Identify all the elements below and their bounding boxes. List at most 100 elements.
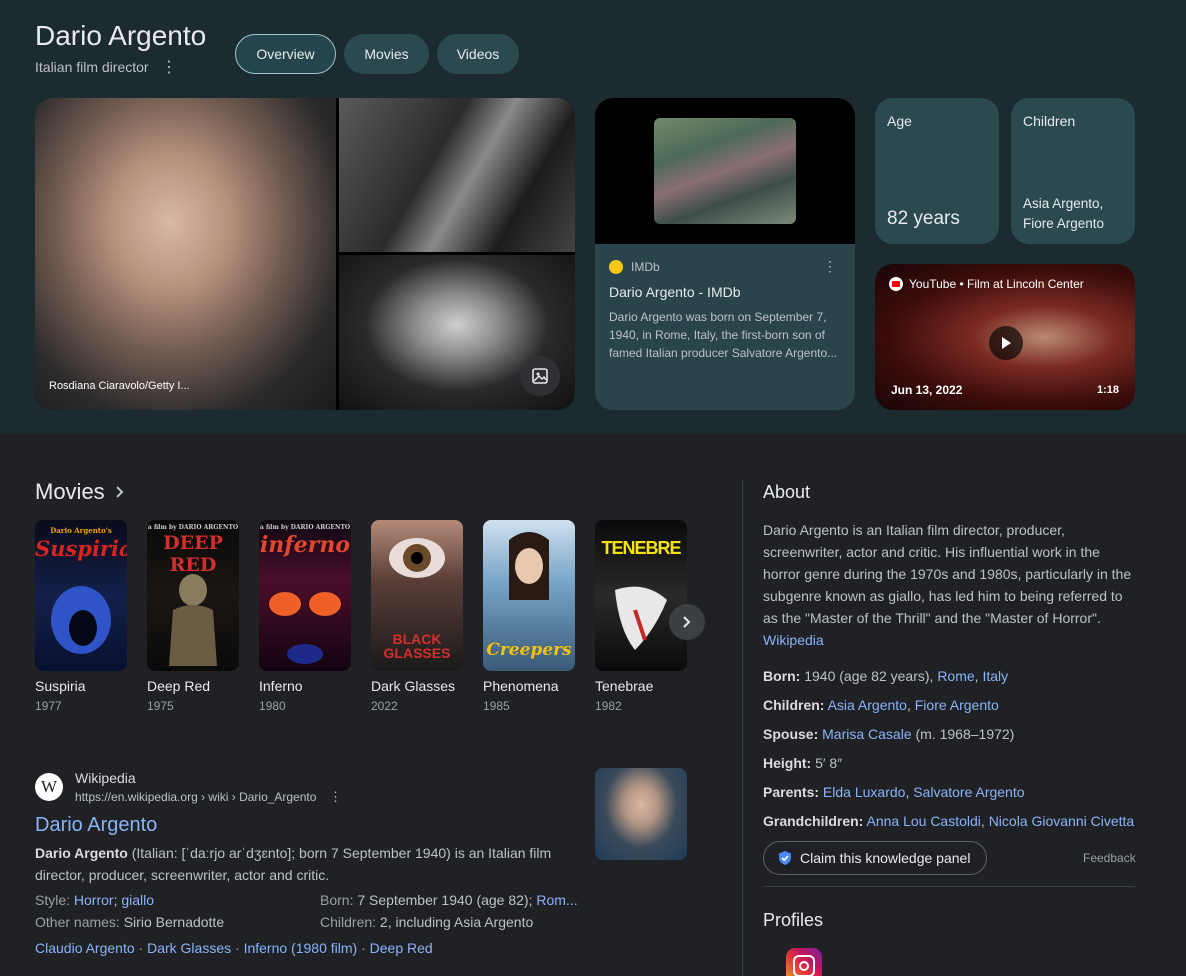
result-site-name[interactable]: Wikipedia <box>75 770 136 786</box>
fact-link[interactable]: Nicola Giovanni Civetta <box>989 813 1135 829</box>
result-snippet: Dario Argento (Italian: [ˈdaːrjo arˈdʒɛn… <box>35 842 575 886</box>
instagram-icon[interactable] <box>786 948 822 976</box>
movies-heading[interactable]: Movies <box>35 479 125 505</box>
fact-label: Parents: <box>763 784 820 800</box>
imdb-title[interactable]: Dario Argento - IMDb <box>609 284 741 300</box>
section-divider <box>763 886 1135 887</box>
poster-deep-red[interactable]: a film by DARIO ARGENTO DEEP RED <box>147 520 239 671</box>
poster-inferno[interactable]: a film by DARIO ARGENTO inferno <box>259 520 351 671</box>
more-options-icon[interactable]: ⋮ <box>161 58 177 78</box>
knowledge-panel-header: Dario Argento Italian film director ⋮ Ov… <box>0 0 1186 434</box>
tab-videos[interactable]: Videos <box>437 34 519 74</box>
portrait-photo[interactable]: Rosdiana Ciaravolo/Getty I... <box>35 98 336 410</box>
result-thumbnail[interactable] <box>595 768 687 860</box>
fact-born: Born: 1940 (age 82 years), Rome, Italy <box>763 668 1009 684</box>
youtube-source: YouTube • Film at Lincoln Center <box>909 277 1084 291</box>
fact-link[interactable]: Italy <box>982 668 1008 684</box>
poster-phenomena[interactable]: Creepers <box>483 520 575 671</box>
wiki-fact-born: Born: 7 September 1940 (age 82); Rom... <box>320 892 578 908</box>
fact-value: 1940 (age 82 years), <box>800 668 938 684</box>
fact-link[interactable]: Elda Luxardo <box>823 784 906 800</box>
children-tile[interactable]: Children Asia Argento, Fiore Argento <box>1011 98 1135 244</box>
wiki-fact-other-names: Other names: Sirio Bernadotte <box>35 914 224 930</box>
movie-year: 2022 <box>371 699 398 713</box>
poster-tagline: Dario Argento's <box>50 526 112 535</box>
thumbnail-image <box>654 118 796 224</box>
poster-dark-glasses[interactable]: BLACK GLASSES <box>371 520 463 671</box>
entity-title: Dario Argento <box>35 20 207 51</box>
wiki-fact-children: Children: 2, including Asia Argento <box>320 914 533 930</box>
fact-value: (m. 1968–1972) <box>911 726 1015 742</box>
related-link[interactable]: Deep Red <box>370 940 433 956</box>
fact-link[interactable]: Salvatore Argento <box>913 784 1024 800</box>
fact-label: Style: <box>35 892 71 908</box>
tab-movies[interactable]: Movies <box>344 34 429 74</box>
fact-value: 2, including Asia Argento <box>379 914 534 930</box>
fact-height: Height: 5′ 8″ <box>763 755 842 771</box>
age-tile[interactable]: Age 82 years <box>875 98 999 244</box>
related-link[interactable]: Inferno (1980 film) <box>244 940 358 956</box>
age-value: 82 years <box>887 208 960 229</box>
fact-label: Born: <box>763 668 801 684</box>
youtube-video-card[interactable]: YouTube • Film at Lincoln Center Jun 13,… <box>875 264 1135 410</box>
wiki-fact-style: Style: Horror; giallo <box>35 892 155 908</box>
carousel-next-button[interactable] <box>669 604 705 640</box>
result-title-link[interactable]: Dario Argento <box>35 814 157 837</box>
fact-children: Children: Asia Argento, Fiore Argento <box>763 697 999 713</box>
result-url[interactable]: https://en.wikipedia.org › wiki › Dario_… <box>75 790 316 804</box>
fact-link[interactable]: Asia Argento <box>828 697 907 713</box>
verified-shield-icon <box>779 851 791 865</box>
movie-year: 1982 <box>595 699 622 713</box>
column-divider <box>742 480 743 976</box>
result-more-options-icon[interactable]: ⋮ <box>329 789 342 805</box>
imdb-more-options-icon[interactable]: ⋮ <box>823 258 837 275</box>
fact-link[interactable]: Rome <box>937 668 974 684</box>
children-label: Children <box>1023 113 1076 129</box>
imdb-favicon-icon <box>609 260 623 274</box>
image-collage[interactable]: Rosdiana Ciaravolo/Getty I... <box>35 98 575 410</box>
about-source-link[interactable]: Wikipedia <box>763 632 824 648</box>
poster-tagline: a film by DARIO ARGENTO <box>259 524 351 531</box>
style-link-giallo[interactable]: giallo <box>121 892 154 908</box>
style-link-horror[interactable]: Horror <box>74 892 114 908</box>
profiles-heading: Profiles <box>763 910 824 930</box>
poster-suspiria[interactable]: Dario Argento's Suspiria <box>35 520 127 671</box>
related-link[interactable]: Dark Glasses <box>147 940 231 956</box>
poster-title-text: BLACK GLASSES <box>383 631 451 661</box>
movie-title-suspiria[interactable]: Suspiria <box>35 678 86 694</box>
fact-link[interactable]: Anna Lou Castoldi <box>866 813 980 829</box>
poster-tenebrae[interactable]: TENEBRE <box>595 520 687 671</box>
children-value: Asia Argento, Fiore Argento <box>1023 196 1105 231</box>
fact-link[interactable]: Fiore Argento <box>915 697 999 713</box>
movie-title-inferno[interactable]: Inferno <box>259 678 303 694</box>
claim-label: Claim this knowledge panel <box>800 850 971 866</box>
movies-heading-label: Movies <box>35 479 105 504</box>
tab-overview[interactable]: Overview <box>235 34 336 74</box>
imdb-result-card[interactable]: IMDb ⋮ Dario Argento - IMDb Dario Argent… <box>595 98 855 410</box>
fact-label: Children: <box>320 914 377 930</box>
claim-knowledge-panel-button[interactable]: Claim this knowledge panel <box>763 841 987 875</box>
movie-title-deep-red[interactable]: Deep Red <box>147 678 210 694</box>
image-gallery-icon[interactable] <box>520 356 560 396</box>
video-date: Jun 13, 2022 <box>891 383 963 397</box>
fact-value: Sirio Bernadotte <box>123 914 225 930</box>
poster-title-text: Creepers <box>486 640 572 660</box>
poster-tagline: a film by DARIO ARGENTO <box>147 524 239 531</box>
video-duration: 1:18 <box>1096 384 1119 396</box>
snippet-bold-name: Dario Argento <box>35 845 128 861</box>
fact-link[interactable]: Marisa Casale <box>822 726 911 742</box>
black-white-photo-top[interactable] <box>339 98 575 252</box>
fact-label: Other names: <box>35 914 120 930</box>
poster-title-text: inferno <box>259 532 351 558</box>
chevron-right-icon <box>115 486 124 498</box>
imdb-snippet: Dario Argento was born on September 7, 1… <box>609 310 838 360</box>
born-place-link[interactable]: Rom... <box>536 892 577 908</box>
feedback-link[interactable]: Feedback <box>1083 851 1136 865</box>
fact-spouse: Spouse: Marisa Casale (m. 1968–1972) <box>763 726 1014 742</box>
video-thumbnail[interactable] <box>595 98 855 244</box>
movie-title-phenomena[interactable]: Phenomena <box>483 678 559 694</box>
related-link[interactable]: Claudio Argento <box>35 940 135 956</box>
play-icon[interactable] <box>989 326 1023 360</box>
movie-title-tenebrae[interactable]: Tenebrae <box>595 678 653 694</box>
movie-title-dark-glasses[interactable]: Dark Glasses <box>371 678 455 694</box>
